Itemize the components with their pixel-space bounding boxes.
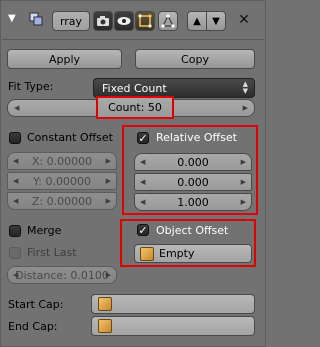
constant-x-value: X: 0.00000 (31, 154, 93, 168)
decrement-arrow-icon[interactable]: ◀ (140, 158, 145, 166)
constant-offset-x[interactable]: ◀ X: 0.00000 ▶ (7, 152, 117, 170)
object-cube-icon (98, 319, 112, 333)
object-offset-checkbox[interactable]: ✓ (137, 224, 149, 236)
copy-label: Copy (181, 52, 209, 66)
move-down-button[interactable]: ▼ (206, 11, 226, 31)
copy-button[interactable]: Copy (135, 49, 255, 69)
arrow-down-icon: ▼ (212, 15, 220, 27)
relative-x-value: 0.000 (177, 155, 209, 169)
count-highlight-box: Count: 50 (96, 96, 174, 119)
start-cap-field[interactable] (91, 294, 255, 314)
object-cube-icon (140, 246, 154, 261)
constant-offset-label: Constant Offset (27, 131, 113, 144)
relative-offset-y[interactable]: ◀ 0.000 ▶ (134, 173, 252, 191)
count-value: Count: 50 (108, 101, 162, 114)
editmode-icon (138, 14, 152, 28)
checkmark-icon: ✓ (138, 223, 148, 237)
distance-value: Distance: 0.0100 (15, 268, 109, 282)
cage-toggle[interactable] (158, 11, 178, 31)
merge-label: Merge (27, 224, 62, 237)
array-modifier-icon (28, 11, 46, 29)
offset-object-value: Empty (159, 247, 195, 260)
decrement-arrow-icon[interactable]: ◀ (140, 198, 145, 206)
increment-arrow-icon[interactable]: ▶ (106, 157, 111, 165)
relative-z-value: 1.000 (177, 195, 209, 209)
render-toggle[interactable] (93, 11, 113, 31)
decrement-arrow-icon[interactable]: ◀ (140, 178, 145, 186)
relative-offset-x[interactable]: ◀ 0.000 ▶ (134, 153, 252, 171)
header-divider (2, 39, 264, 40)
increment-arrow-icon[interactable]: ▶ (241, 178, 246, 186)
constant-offset-checkbox[interactable] (9, 132, 21, 144)
modifier-name: rray (59, 14, 83, 28)
constant-y-value: Y: 0.00000 (33, 174, 91, 188)
increment-arrow-icon[interactable]: ▶ (106, 271, 111, 279)
updown-icon: ▲ ▼ (242, 80, 248, 95)
camera-icon (97, 16, 109, 26)
arrow-up-icon: ▲ (193, 15, 201, 27)
first-last-label: First Last (27, 246, 77, 259)
relative-offset-z[interactable]: ◀ 1.000 ▶ (134, 193, 252, 211)
collapse-toggle[interactable]: ▼ (8, 13, 20, 27)
object-offset-label: Object Offset (156, 224, 229, 237)
fit-type-value: Fixed Count (102, 81, 167, 95)
decrement-arrow-icon[interactable]: ◀ (13, 177, 18, 185)
constant-z-value: Z: 0.00000 (31, 194, 93, 208)
increment-arrow-icon[interactable]: ▶ (106, 197, 111, 205)
decrement-arrow-icon[interactable]: ◀ (13, 197, 18, 205)
distance-field[interactable]: ◀ Distance: 0.0100 ▶ (7, 266, 117, 284)
end-cap-label: End Cap: (8, 320, 58, 333)
fit-type-dropdown[interactable]: Fixed Count ▲ ▼ (93, 78, 255, 98)
merge-checkbox[interactable] (9, 225, 21, 237)
apply-label: Apply (48, 52, 81, 66)
increment-arrow-icon[interactable]: ▶ (241, 198, 246, 206)
relative-offset-checkbox[interactable]: ✓ (137, 132, 149, 144)
object-cube-icon (98, 297, 112, 311)
relative-y-value: 0.000 (177, 175, 209, 189)
relative-offset-label: Relative Offset (156, 131, 237, 144)
fit-type-label: Fit Type: (8, 80, 54, 93)
editmode-toggle[interactable] (135, 11, 155, 31)
move-up-button[interactable]: ▲ (187, 11, 207, 31)
modifier-name-field[interactable]: rray (52, 11, 90, 31)
decrement-arrow-icon[interactable]: ◀ (14, 104, 19, 112)
increment-arrow-icon[interactable]: ▶ (241, 158, 246, 166)
constant-offset-y[interactable]: ◀ Y: 0.00000 ▶ (7, 172, 117, 190)
viewport-toggle[interactable] (114, 11, 134, 31)
offset-object-field[interactable]: Empty (134, 244, 252, 263)
end-cap-field[interactable] (91, 316, 255, 336)
apply-button[interactable]: Apply (7, 49, 122, 69)
checkmark-icon: ✓ (138, 131, 148, 145)
eye-icon (117, 17, 131, 25)
increment-arrow-icon[interactable]: ▶ (243, 104, 248, 112)
increment-arrow-icon[interactable]: ▶ (106, 177, 111, 185)
first-last-checkbox[interactable] (9, 247, 21, 259)
decrement-arrow-icon[interactable]: ◀ (13, 157, 18, 165)
start-cap-label: Start Cap: (8, 298, 64, 311)
close-icon[interactable]: ✕ (236, 12, 252, 30)
vertex-triangle-icon (161, 14, 175, 28)
decrement-arrow-icon[interactable]: ◀ (13, 271, 18, 279)
constant-offset-z[interactable]: ◀ Z: 0.00000 ▶ (7, 192, 117, 210)
